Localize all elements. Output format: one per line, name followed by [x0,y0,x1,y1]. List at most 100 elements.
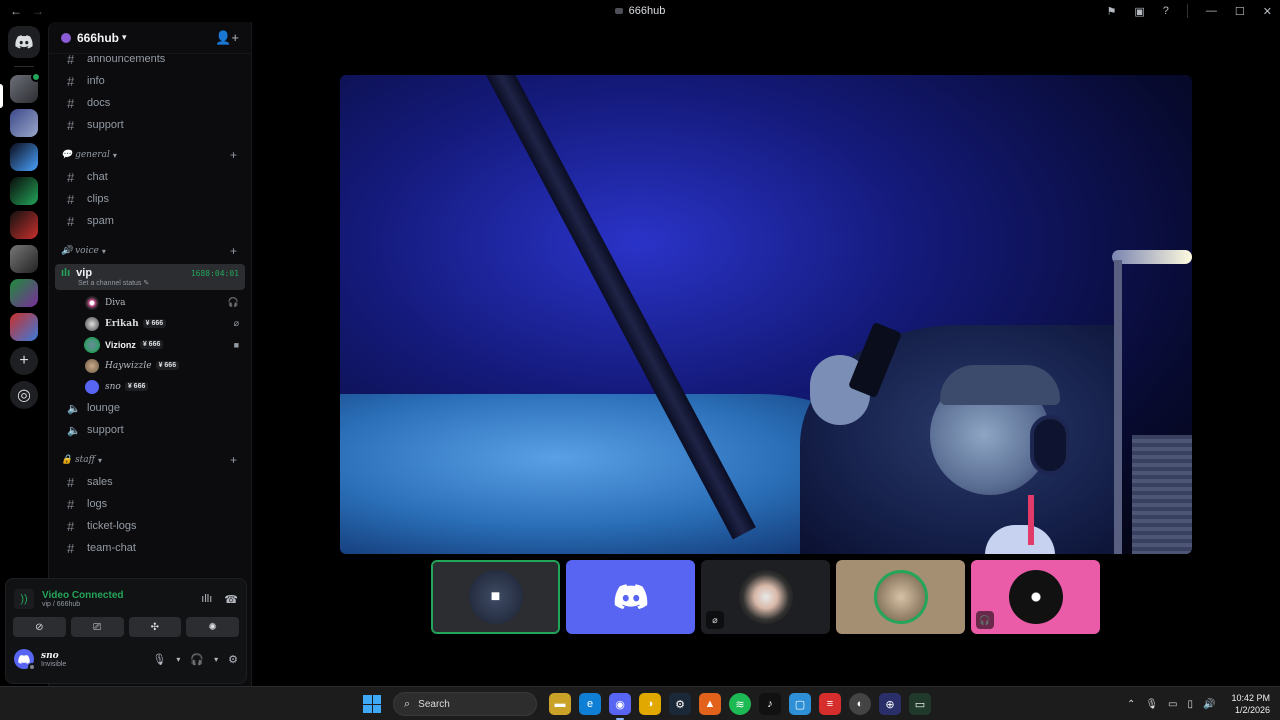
share-screen-button[interactable]: ⎚ [70,617,124,637]
network-icon[interactable]: ▭ [1168,699,1177,710]
clock-time: 10:42 PM [1231,693,1270,703]
voice-user[interactable]: Diva 🎧 [55,292,245,313]
channel-label: info [87,75,105,87]
app-icon[interactable]: ▲ [699,693,721,715]
video-scene-desk [1114,260,1122,554]
create-channel-icon[interactable]: + [230,148,237,162]
app-icon[interactable]: ≡ [819,693,841,715]
category-staff[interactable]: 🔒 staff ▾ + [49,449,251,471]
channel-logs[interactable]: # logs [55,493,245,515]
channel-ticket-logs[interactable]: # ticket-logs [55,515,245,537]
user-controls: 🎙 ▾ 🎧 ▾ ⚙ [152,653,238,666]
microphone-icon[interactable]: 🎙 [1145,699,1158,710]
voice-user[interactable]: Haywizzle ¥ 666 [55,355,245,376]
tiktok-icon[interactable]: ♪ [759,693,781,715]
taskbar-search[interactable]: ⌕ Search [393,692,537,716]
spotify-icon[interactable]: ≋ [729,693,751,715]
app-icon[interactable]: ◐ [849,693,871,715]
focused-video-stream[interactable] [340,75,1192,554]
discover-icon[interactable]: ◎ [10,381,38,409]
file-explorer-icon[interactable]: ▬ [549,693,571,715]
server-folder-icon[interactable] [10,245,38,273]
channel-docs[interactable]: # docs [55,92,245,114]
gear-icon[interactable]: ⚙ [228,653,238,666]
server-icon[interactable] [10,211,38,239]
channel-spam[interactable]: # spam [55,210,245,232]
chevron-up-icon[interactable]: ⌃ [1127,699,1135,710]
chevron-down-icon[interactable]: ▾ [214,655,218,664]
inbox-icon[interactable]: ▣ [1134,5,1144,18]
participant-tile[interactable]: ■ [431,560,560,634]
close-icon[interactable]: ✕ [1263,5,1272,18]
participant-tile[interactable] [566,560,695,634]
app-icon[interactable]: ▭ [909,693,931,715]
windows-start-icon[interactable] [363,695,381,713]
chevron-down-icon[interactable]: ▾ [176,655,180,664]
channel-support[interactable]: # support [55,114,245,136]
participant-tile[interactable] [836,560,965,634]
server-icon[interactable] [10,109,38,137]
speaker-icon: 🔈 [67,402,81,415]
channel-sales[interactable]: # sales [55,471,245,493]
title-bar-actions: ⚑ ▣ ? — ☐ ✕ [1107,0,1272,22]
back-arrow-icon[interactable]: ← [10,4,22,18]
channel-team-chat[interactable]: # team-chat [55,537,245,559]
voice-user[interactable]: sno ¥ 666 [55,376,245,397]
steam-icon[interactable]: ⚙ [669,693,691,715]
voice-status[interactable]: Video Connected vip / 666hub [42,590,124,608]
server-icon [614,8,623,15]
voice-user[interactable]: Erikah ¥ 666 ⌀ [55,313,245,334]
invite-people-icon[interactable]: 👤+ [215,30,239,46]
disconnect-icon[interactable]: ☎ [224,593,238,606]
server-icon[interactable] [10,143,38,171]
minimize-icon[interactable]: — [1206,5,1217,17]
signal-icon[interactable]: )) [14,589,34,609]
voice-channel-support[interactable]: 🔈 support [55,419,245,441]
discord-home-button[interactable] [8,26,40,58]
app-icon[interactable]: ▢ [789,693,811,715]
server-icon-666hub[interactable] [10,72,41,103]
call-stage: ■ ⌀ 🎧 [253,22,1280,686]
category-general[interactable]: 💬 general ▾ + [49,144,251,166]
video-scene-headset [1030,415,1070,475]
channel-info[interactable]: # info [55,70,245,92]
noise-suppression-icon[interactable]: ıllı [201,593,212,606]
maximize-icon[interactable]: ☐ [1235,5,1245,18]
server-icon[interactable] [10,177,38,205]
flag-icon[interactable]: ⚑ [1107,5,1117,18]
hash-icon: # [67,73,75,89]
help-icon[interactable]: ? [1163,5,1169,17]
server-folder-icon[interactable] [10,313,38,341]
create-channel-icon[interactable]: + [230,453,237,467]
app-icon[interactable]: ◑ [639,693,661,715]
create-channel-icon[interactable]: + [230,244,237,258]
forward-arrow-icon[interactable]: → [32,4,44,18]
user-info[interactable]: sno Invisible [41,651,66,668]
avatar[interactable] [14,649,36,671]
participant-tile[interactable]: ⌀ [701,560,830,634]
channel-clips[interactable]: # clips [55,188,245,210]
volume-icon[interactable]: 🔊 [1203,699,1215,710]
channel-chat[interactable]: # chat [55,166,245,188]
activities-button[interactable]: ✣ [128,617,182,637]
voice-user[interactable]: Vizionz ¥ 666 ■ [55,334,245,355]
discord-taskbar-icon[interactable]: ◉ [609,693,631,720]
server-folder-icon[interactable] [10,279,38,307]
microphone-icon[interactable]: 🎙 [152,653,166,666]
user-name: Diva [105,297,126,308]
add-server-icon[interactable]: + [10,347,38,375]
camera-off-button[interactable]: ⊘ [13,617,66,637]
category-voice[interactable]: 🔊 voice ▾ + [49,240,251,262]
set-channel-status[interactable]: Set a channel status ✎ [61,279,239,287]
voice-channel-vip[interactable]: ılı vip 1688:04:01 Set a channel status … [55,264,245,290]
edge-icon[interactable]: e [579,693,601,715]
battery-icon[interactable]: ▯ [1188,699,1194,710]
system-clock[interactable]: 10:42 PM 1/2/2026 [1231,692,1270,716]
headphones-icon[interactable]: 🎧 [190,653,204,666]
voice-channel-lounge[interactable]: 🔈 lounge [55,397,245,419]
channel-announcements[interactable]: # announcements [55,48,245,70]
app-icon[interactable]: ⊕ [879,693,901,715]
participant-tile[interactable]: 🎧 [971,560,1100,634]
divider [1186,4,1188,18]
soundboard-button[interactable]: ✺ [186,617,239,637]
